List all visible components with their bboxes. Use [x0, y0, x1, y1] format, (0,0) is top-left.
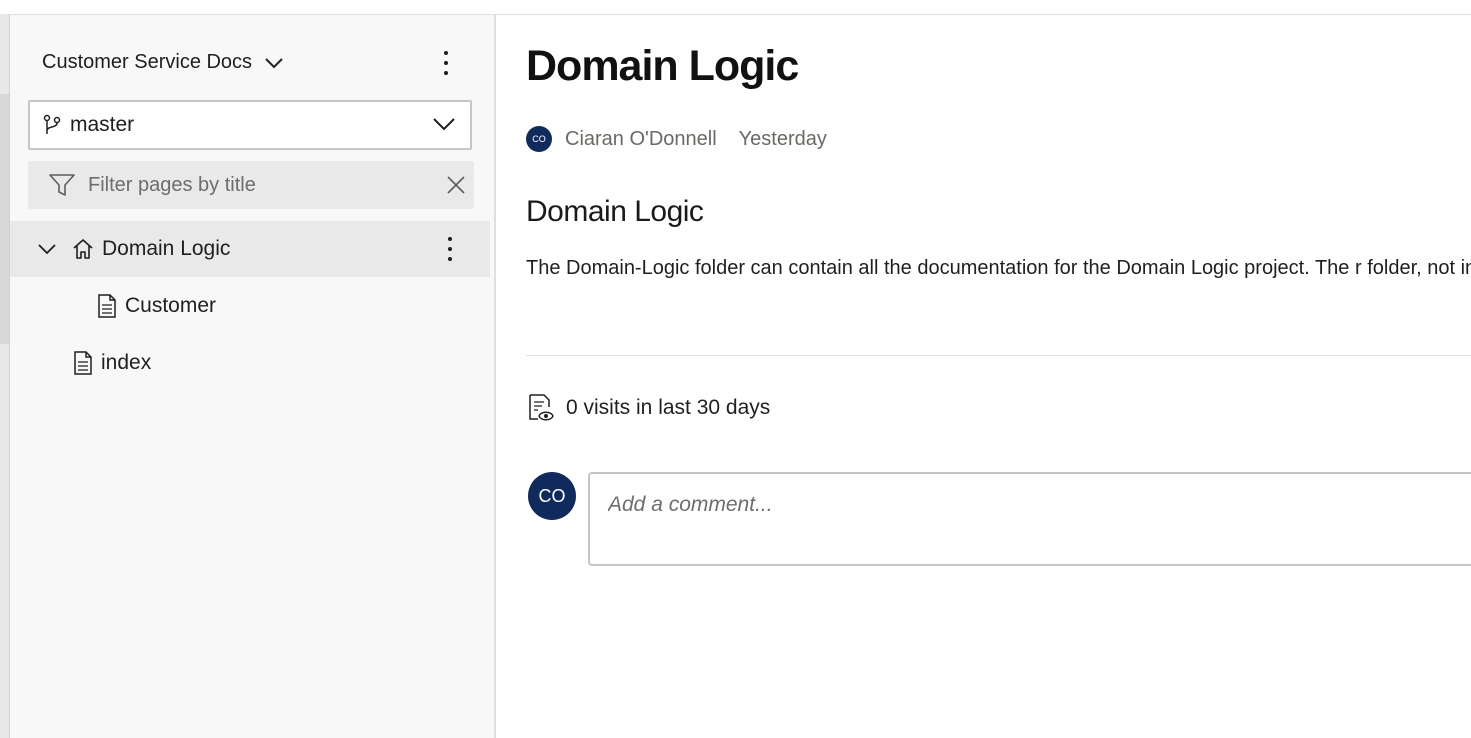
top-bar — [0, 0, 1471, 15]
project-selector[interactable]: Customer Service Docs — [42, 51, 284, 74]
avatar: CO — [526, 126, 552, 152]
branch-icon — [43, 114, 61, 134]
page-meta: CO Ciaran O'Donnell Yesterday — [526, 126, 827, 152]
tree-item-customer[interactable]: Customer — [10, 278, 490, 334]
page-visits: 0 visits in last 30 days — [526, 393, 770, 423]
content-paragraph: The Domain-Logic folder can contain all … — [526, 257, 1471, 279]
page-content: Domain Logic CO Ciaran O'Donnell Yesterd… — [496, 15, 1471, 738]
comment-box[interactable] — [588, 472, 1471, 566]
chevron-down-icon — [265, 57, 283, 68]
divider — [526, 355, 1471, 356]
tree-item-label: Customer — [125, 294, 217, 317]
home-icon — [73, 239, 93, 259]
chevron-down-icon[interactable] — [38, 241, 56, 257]
filter-box — [28, 161, 474, 209]
avatar: CO — [528, 472, 576, 520]
content-heading: Domain Logic — [526, 195, 704, 228]
visits-count: 0 visits in last 30 days — [566, 396, 771, 419]
page-visits-icon — [529, 394, 554, 421]
branch-name: master — [70, 113, 135, 136]
last-edited-date: Yesterday — [738, 127, 827, 150]
comment-input[interactable] — [606, 492, 1410, 518]
filter-input[interactable] — [86, 172, 430, 198]
tree-item-label: Domain Logic — [102, 237, 231, 260]
more-vertical-icon[interactable] — [440, 235, 460, 263]
page-icon — [74, 351, 92, 375]
left-edge-strip — [0, 14, 10, 738]
tree-item-label: index — [101, 351, 152, 374]
branch-dropdown[interactable]: master — [28, 100, 472, 150]
project-name: Customer Service Docs — [42, 51, 253, 73]
filter-icon — [49, 174, 75, 196]
page-icon — [98, 294, 116, 318]
author-name[interactable]: Ciaran O'Donnell — [565, 128, 717, 151]
page-title: Domain Logic — [526, 42, 799, 90]
tree-item-index[interactable]: index — [10, 335, 490, 391]
chevron-down-icon — [433, 118, 455, 131]
close-icon[interactable] — [446, 175, 466, 195]
wiki-sidebar: Customer Service Docs master Domain Logi… — [10, 15, 496, 738]
left-edge-marker — [0, 94, 9, 344]
tree-item-domain-logic[interactable]: Domain Logic — [10, 221, 490, 277]
more-vertical-icon[interactable] — [436, 49, 456, 77]
